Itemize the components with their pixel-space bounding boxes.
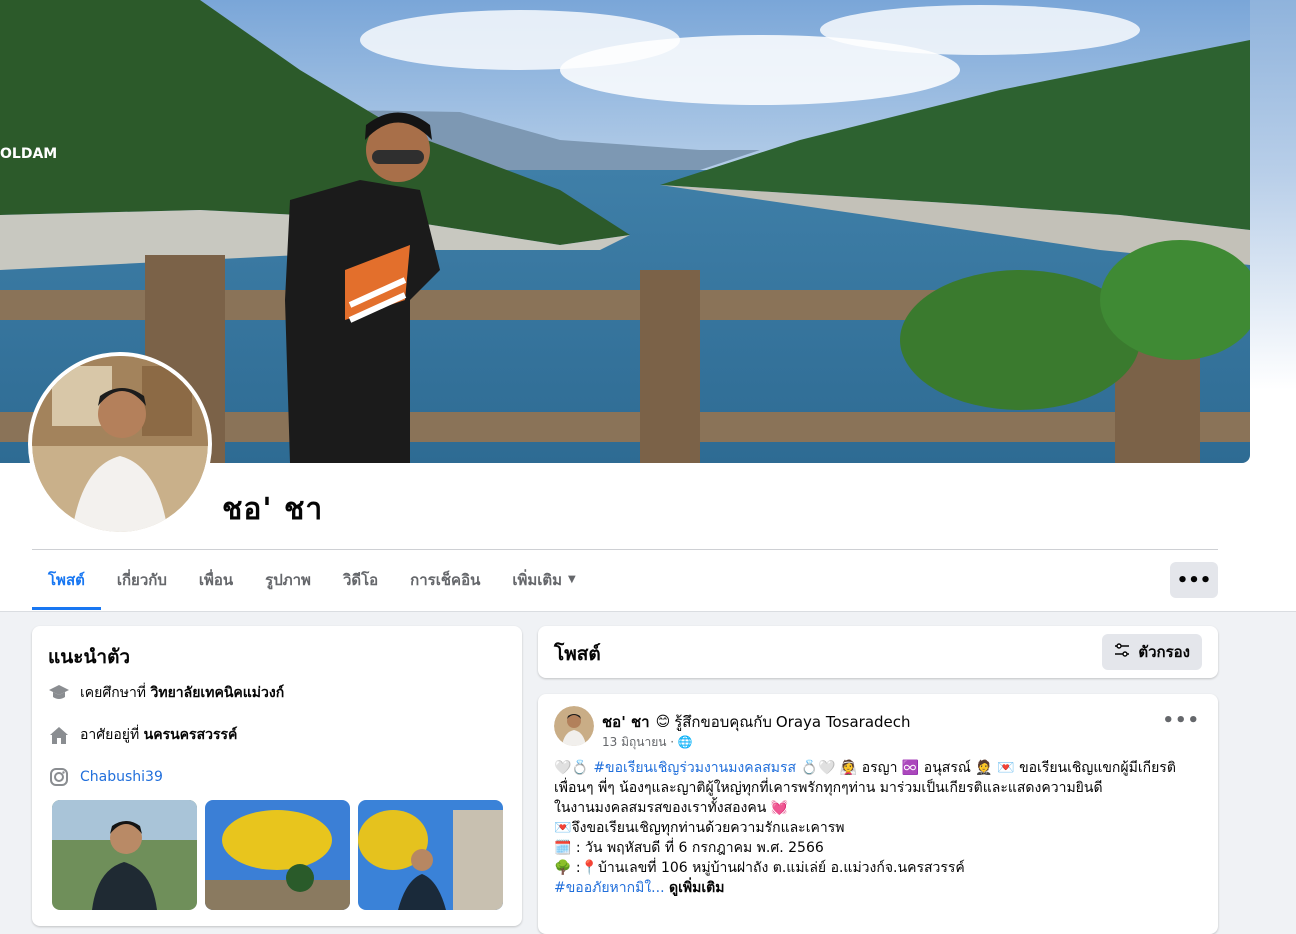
caret-down-icon: ▼ — [568, 574, 576, 585]
infinity-icon: ♾️ — [901, 760, 920, 776]
post-options-button[interactable]: ••• — [1162, 710, 1200, 731]
post-line: 🗓️ : วัน พฤหัสบดี ที่ 6 กรกฎาคม พ.ศ. 256… — [554, 838, 1204, 858]
post-text: อรญา — [861, 760, 898, 776]
graduation-cap-icon — [48, 682, 70, 704]
post-hashtag[interactable]: #ขออภัยหากมิใ... — [554, 880, 665, 896]
profile-more-options-button[interactable]: ••• — [1170, 562, 1218, 598]
post-line: เพื่อนๆ พี่ๆ น้องๆและญาติผู้ใหญ่ทุกที่เค… — [554, 780, 1103, 796]
featured-photo[interactable] — [358, 800, 503, 910]
calendar-icon: 🗓️ — [554, 840, 572, 856]
globe-icon: 🌐 — [677, 735, 693, 749]
filter-icon — [1114, 643, 1130, 661]
education-prefix: เคยศึกษาที่ — [80, 685, 147, 701]
filter-button[interactable]: ตัวกรอง — [1102, 634, 1202, 670]
filter-label: ตัวกรอง — [1138, 643, 1190, 661]
posts-header-card: โพสต์ ตัวกรอง — [538, 626, 1218, 678]
header-divider — [32, 549, 1218, 550]
home-icon — [48, 724, 70, 746]
post-tagged-user[interactable]: Oraya Tosaradech — [776, 713, 911, 731]
instagram-link[interactable]: Chabushi39 — [80, 769, 163, 785]
see-more-link[interactable]: ดูเพิ่มเติม — [669, 880, 724, 896]
post-line: #ขออภัยหากมิใ... ดูเพิ่มเติม — [554, 878, 1204, 898]
post-author-avatar[interactable] — [554, 706, 594, 746]
post-feeling-text: รู้สึกขอบคุณกับ — [674, 713, 772, 731]
post-text: ในงานมงคลสมรสของเราทั้งสองคน — [554, 800, 767, 816]
post-author-name[interactable]: ชอ' ชา — [602, 710, 650, 734]
post-line: 💌จึงขอเรียนเชิญทุกท่านด้วยความรักและเคาร… — [554, 818, 1204, 838]
post-line: 🤍💍 #ขอเรียนเชิญร่วมงานมงคลสมรส 💍🤍 👰 อรญา… — [554, 758, 1204, 778]
tab-videos[interactable]: วิดีโอ — [327, 552, 394, 607]
posts-title: โพสต์ — [554, 643, 601, 665]
tree-icon: 🌳 — [554, 860, 572, 876]
lives-prefix: อาศัยอยู่ที่ — [80, 727, 140, 743]
svg-text:OLDAM: OLDAM — [0, 146, 57, 162]
lives-value[interactable]: นครนครสวรรค์ — [144, 724, 238, 746]
post-date[interactable]: 13 มิถุนายน — [602, 735, 666, 749]
post-header-line: ชอ' ชา 😊 รู้สึกขอบคุณกับ Oraya Tosaradec… — [602, 710, 911, 734]
profile-name: ชอ' ชา — [222, 492, 324, 527]
post-text: ขอเรียนเชิญแขกผู้มีเกียรติ — [1019, 760, 1176, 776]
tab-more-label: เพิ่มเติม — [512, 570, 563, 589]
post-card: ชอ' ชา 😊 รู้สึกขอบคุณกับ Oraya Tosaradec… — [538, 694, 1218, 934]
ring-icon: 🤍💍 — [554, 760, 589, 776]
featured-photos — [52, 800, 503, 910]
post-line: ในงานมงคลสมรสของเราทั้งสองคน 💓 — [554, 798, 1204, 818]
heart-icon: 💓 — [770, 800, 789, 816]
post-text: : วัน พฤหัสบดี ที่ 6 กรกฎาคม พ.ศ. 2566 — [575, 840, 824, 856]
profile-tabs: โพสต์ เกี่ยวกับ เพื่อน รูปภาพ วิดีโอ การ… — [32, 552, 592, 610]
background-sky-strip — [1250, 0, 1296, 390]
intro-education-row: เคยศึกษาที่ วิทยาลัยเทคนิคแม่วงก์ — [48, 682, 284, 704]
post-text: จึงขอเรียนเชิญทุกท่านด้วยความรักและเคารพ — [571, 820, 845, 836]
envelope-heart-icon: 💌 — [997, 760, 1015, 776]
intro-lives-row: อาศัยอยู่ที่ นครนครสวรรค์ — [48, 724, 237, 746]
envelope-heart-icon: 💌 — [554, 820, 572, 836]
groom-icon: 🤵 — [975, 760, 993, 776]
intro-instagram-row: Chabushi39 — [48, 766, 163, 788]
tab-about[interactable]: เกี่ยวกับ — [101, 552, 183, 607]
bride-icon: 👰 — [839, 760, 858, 776]
tab-friends[interactable]: เพื่อน — [183, 552, 249, 607]
pin-icon: 📍 — [580, 860, 599, 876]
ring-icon: 💍🤍 — [800, 760, 836, 776]
profile-picture[interactable] — [32, 356, 208, 532]
post-line: 🌳 :📍บ้านเลขที่ 106 หมู่บ้านฝาถัง ต.แม่เล… — [554, 860, 965, 876]
grateful-emoji-icon: 😊 — [655, 714, 671, 730]
tab-photos[interactable]: รูปภาพ — [249, 552, 327, 607]
tab-posts[interactable]: โพสต์ — [32, 552, 101, 610]
tab-checkins[interactable]: การเช็คอิน — [394, 552, 496, 607]
intro-card: แนะนำตัว เคยศึกษาที่ วิทยาลัยเทคนิคแม่วง… — [32, 626, 522, 926]
post-text: อนุสรณ์ — [923, 760, 971, 776]
instagram-icon — [48, 766, 70, 788]
education-value[interactable]: วิทยาลัยเทคนิคแม่วงก์ — [151, 682, 285, 704]
post-meta: 13 มิถุนายน · 🌐 — [602, 735, 693, 749]
featured-photo[interactable] — [205, 800, 350, 910]
intro-title: แนะนำตัว — [48, 646, 131, 668]
tab-more[interactable]: เพิ่มเติม ▼ — [496, 552, 591, 607]
post-text: บ้านเลขที่ 106 หมู่บ้านฝาถัง ต.แม่เล่ย์ … — [598, 860, 965, 876]
post-hashtag[interactable]: #ขอเรียนเชิญร่วมงานมงคลสมรส — [593, 760, 796, 776]
post-body: 🤍💍 #ขอเรียนเชิญร่วมงานมงคลสมรส 💍🤍 👰 อรญา… — [554, 758, 1204, 898]
featured-photo[interactable] — [52, 800, 197, 910]
